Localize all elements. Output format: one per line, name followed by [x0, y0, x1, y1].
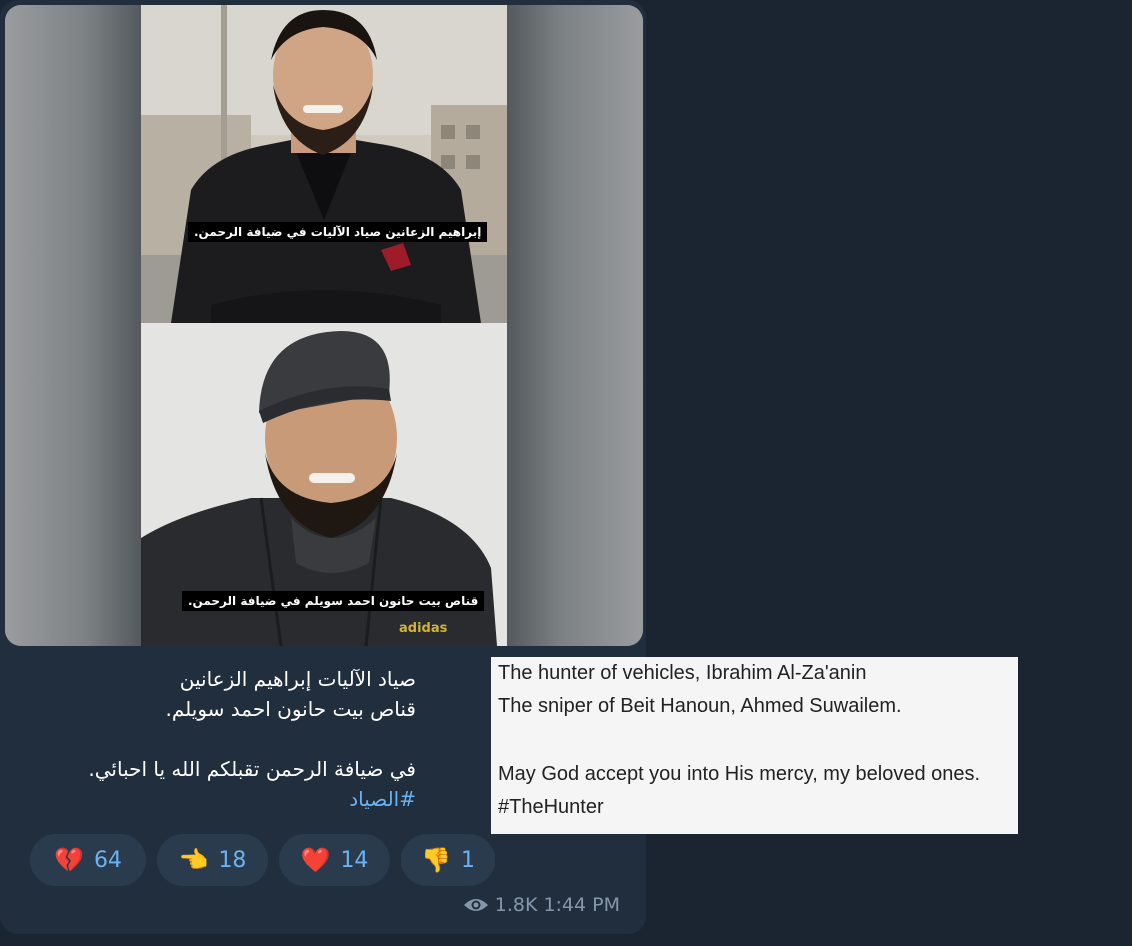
reaction-count: 64 — [93, 847, 122, 873]
jacket-logo: adidas — [399, 621, 448, 636]
reaction-count: 18 — [218, 847, 247, 873]
chat-view: adidas إبراهيم الزعانين صياد الآليات في … — [0, 0, 1132, 946]
media-album[interactable]: adidas إبراهيم الزعانين صياد الآليات في … — [5, 5, 643, 646]
translation-line-3: May God accept you into His mercy, my be… — [498, 763, 981, 785]
hashtag-link[interactable]: #الصياد — [16, 784, 416, 814]
message-text: صياد الآليات إبراهيم الزعانين قناص بيت ح… — [16, 664, 416, 814]
eye-icon — [463, 899, 488, 911]
message-line-2: قناص بيت حانون احمد سويلم. — [165, 697, 416, 721]
media-blur-right — [507, 5, 643, 646]
translation-spacer — [498, 723, 1011, 758]
reaction-count: 14 — [340, 847, 369, 873]
pointing-hand-icon: 👈 — [178, 846, 209, 874]
reaction-heart[interactable]: ❤️ 14 — [279, 834, 390, 886]
photo-ibrahim[interactable] — [141, 5, 507, 323]
reaction-count: 1 — [460, 847, 475, 873]
translation-line-2: The sniper of Beit Hanoun, Ahmed Suwaile… — [498, 695, 902, 717]
translation-line-4: #TheHunter — [498, 796, 604, 818]
reaction-broken-heart[interactable]: 💔 64 — [30, 834, 146, 886]
reaction-pointing-hand[interactable]: 👈 18 — [157, 834, 268, 886]
translation-line-1: The hunter of vehicles, Ibrahim Al-Za'an… — [498, 662, 867, 684]
translation-overlay: The hunter of vehicles, Ibrahim Al-Za'an… — [491, 657, 1018, 834]
message-line-3: في ضيافة الرحمن تقبلكم الله يا احبائي. — [88, 757, 416, 781]
view-count: 1.8K — [494, 894, 538, 916]
media-blur-left — [5, 5, 141, 646]
reactions-bar: 💔 64 👈 18 ❤️ 14 👎 1 — [30, 834, 495, 886]
message-line-1: صياد الآليات إبراهيم الزعانين — [179, 667, 416, 691]
message-spacer — [16, 724, 416, 754]
heart-icon: ❤️ — [300, 846, 331, 874]
message-meta: 1.8K 1:44 PM — [463, 894, 620, 916]
bottom-photo-caption: قناص بيت حانون احمد سويلم في ضيافة الرحم… — [182, 591, 485, 611]
message-time: 1:44 PM — [543, 894, 620, 916]
photo-ibrahim-illustration — [141, 5, 507, 323]
reaction-thumbs-down[interactable]: 👎 1 — [401, 834, 495, 886]
top-photo-caption: إبراهيم الزعانين صياد الآليات في ضيافة ا… — [188, 222, 488, 242]
broken-heart-icon: 💔 — [54, 846, 84, 874]
thumbs-down-icon: 👎 — [421, 846, 451, 874]
